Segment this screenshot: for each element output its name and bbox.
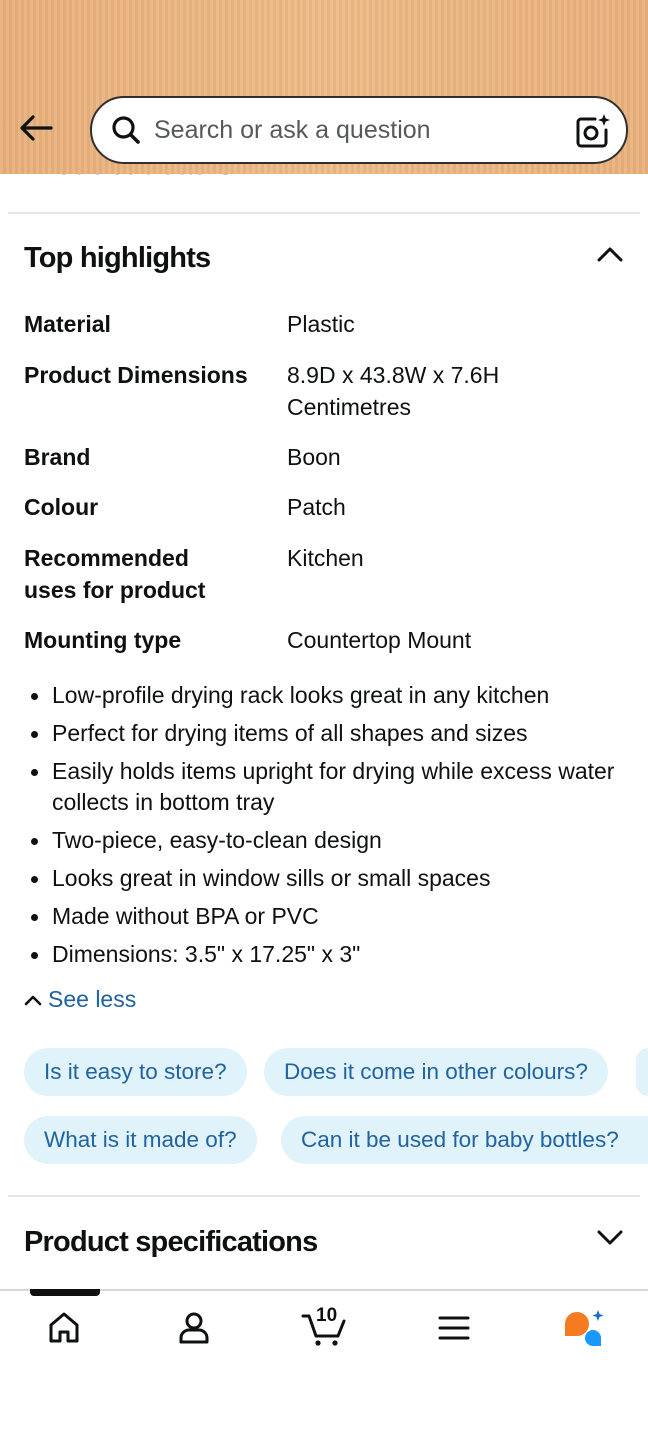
active-tab-indicator — [30, 1289, 100, 1296]
attribute-value: Countertop Mount — [287, 627, 472, 653]
attribute-row-colour: Colour Patch — [24, 491, 624, 523]
attribute-value: Plastic — [287, 311, 355, 337]
question-chip[interactable]: Does it come in other colours? — [264, 1048, 608, 1096]
attribute-value: Kitchen — [287, 545, 364, 571]
see-less-link[interactable]: See less — [24, 986, 136, 1013]
chevron-down-icon — [597, 1230, 623, 1245]
back-button[interactable] — [14, 106, 58, 150]
search-icon — [110, 114, 142, 146]
attribute-value: 8.9D x 43.8W x 7.6H Centimetres — [287, 362, 500, 420]
menu-icon — [438, 1316, 470, 1340]
question-chip-partial[interactable] — [636, 1048, 648, 1096]
attribute-row-dimensions: Product Dimensions 8.9D x 43.8W x 7.6H C… — [24, 359, 624, 423]
top-highlights-title: Top highlights — [24, 242, 211, 274]
attribute-value: Boon — [287, 444, 341, 470]
question-chip[interactable]: Can it be used for baby bottles? — [281, 1116, 648, 1164]
see-less-label: See less — [48, 986, 137, 1012]
attribute-key: Colour — [24, 494, 99, 520]
cart-count-badge: 10 — [316, 1305, 338, 1326]
nav-menu-button[interactable] — [424, 1306, 484, 1350]
list-item: Easily holds items upright for drying wh… — [24, 756, 634, 818]
attribute-row-mounting-type: Mounting type Countertop Mount — [24, 624, 624, 656]
list-item: Low-profile drying rack looks great in a… — [24, 680, 634, 711]
attribute-key: Material — [24, 311, 111, 337]
rufus-ai-icon — [565, 1310, 604, 1346]
feature-bullet-list: Low-profile drying rack looks great in a… — [24, 680, 634, 977]
list-item: Dimensions: 3.5" x 17.25" x 3" — [24, 939, 634, 970]
attribute-value: Patch — [287, 494, 346, 520]
divider — [8, 1195, 640, 1197]
nav-rufus-button[interactable] — [554, 1306, 614, 1350]
search-input[interactable] — [154, 115, 554, 145]
attribute-key: Mounting type — [24, 627, 182, 653]
divider — [8, 212, 640, 214]
nav-account-button[interactable] — [164, 1306, 224, 1350]
list-item: Two-piece, easy-to-clean design — [24, 825, 634, 856]
list-item: Made without BPA or PVC — [24, 901, 634, 932]
list-item: Looks great in window sills or small spa… — [24, 863, 634, 894]
top-header — [0, 0, 648, 174]
camera-sparkle-icon[interactable] — [574, 112, 612, 150]
search-bar[interactable] — [90, 96, 628, 164]
attribute-key: Recommended uses for product — [24, 545, 206, 603]
back-arrow-icon — [20, 115, 53, 141]
home-icon — [49, 1312, 79, 1343]
product-specifications-title: Product specifications — [24, 1226, 318, 1258]
chevron-up-icon — [24, 995, 42, 1005]
nav-home-button[interactable] — [34, 1306, 94, 1350]
question-chip[interactable]: What is it made of? — [24, 1116, 257, 1164]
attribute-row-recommended-uses: Recommended uses for product Kitchen — [24, 542, 624, 606]
attribute-row-brand: Brand Boon — [24, 441, 624, 473]
question-chip[interactable]: Is it easy to store? — [24, 1048, 247, 1096]
attribute-key: Product Dimensions — [24, 362, 248, 388]
collapse-top-highlights-button[interactable] — [594, 238, 626, 270]
chevron-up-icon — [597, 247, 623, 262]
list-item: Perfect for drying items of all shapes a… — [24, 718, 634, 749]
attribute-key: Brand — [24, 444, 91, 470]
expand-product-specifications-button[interactable] — [594, 1222, 626, 1254]
attribute-row-material: Material Plastic — [24, 308, 624, 340]
account-icon — [179, 1312, 209, 1344]
